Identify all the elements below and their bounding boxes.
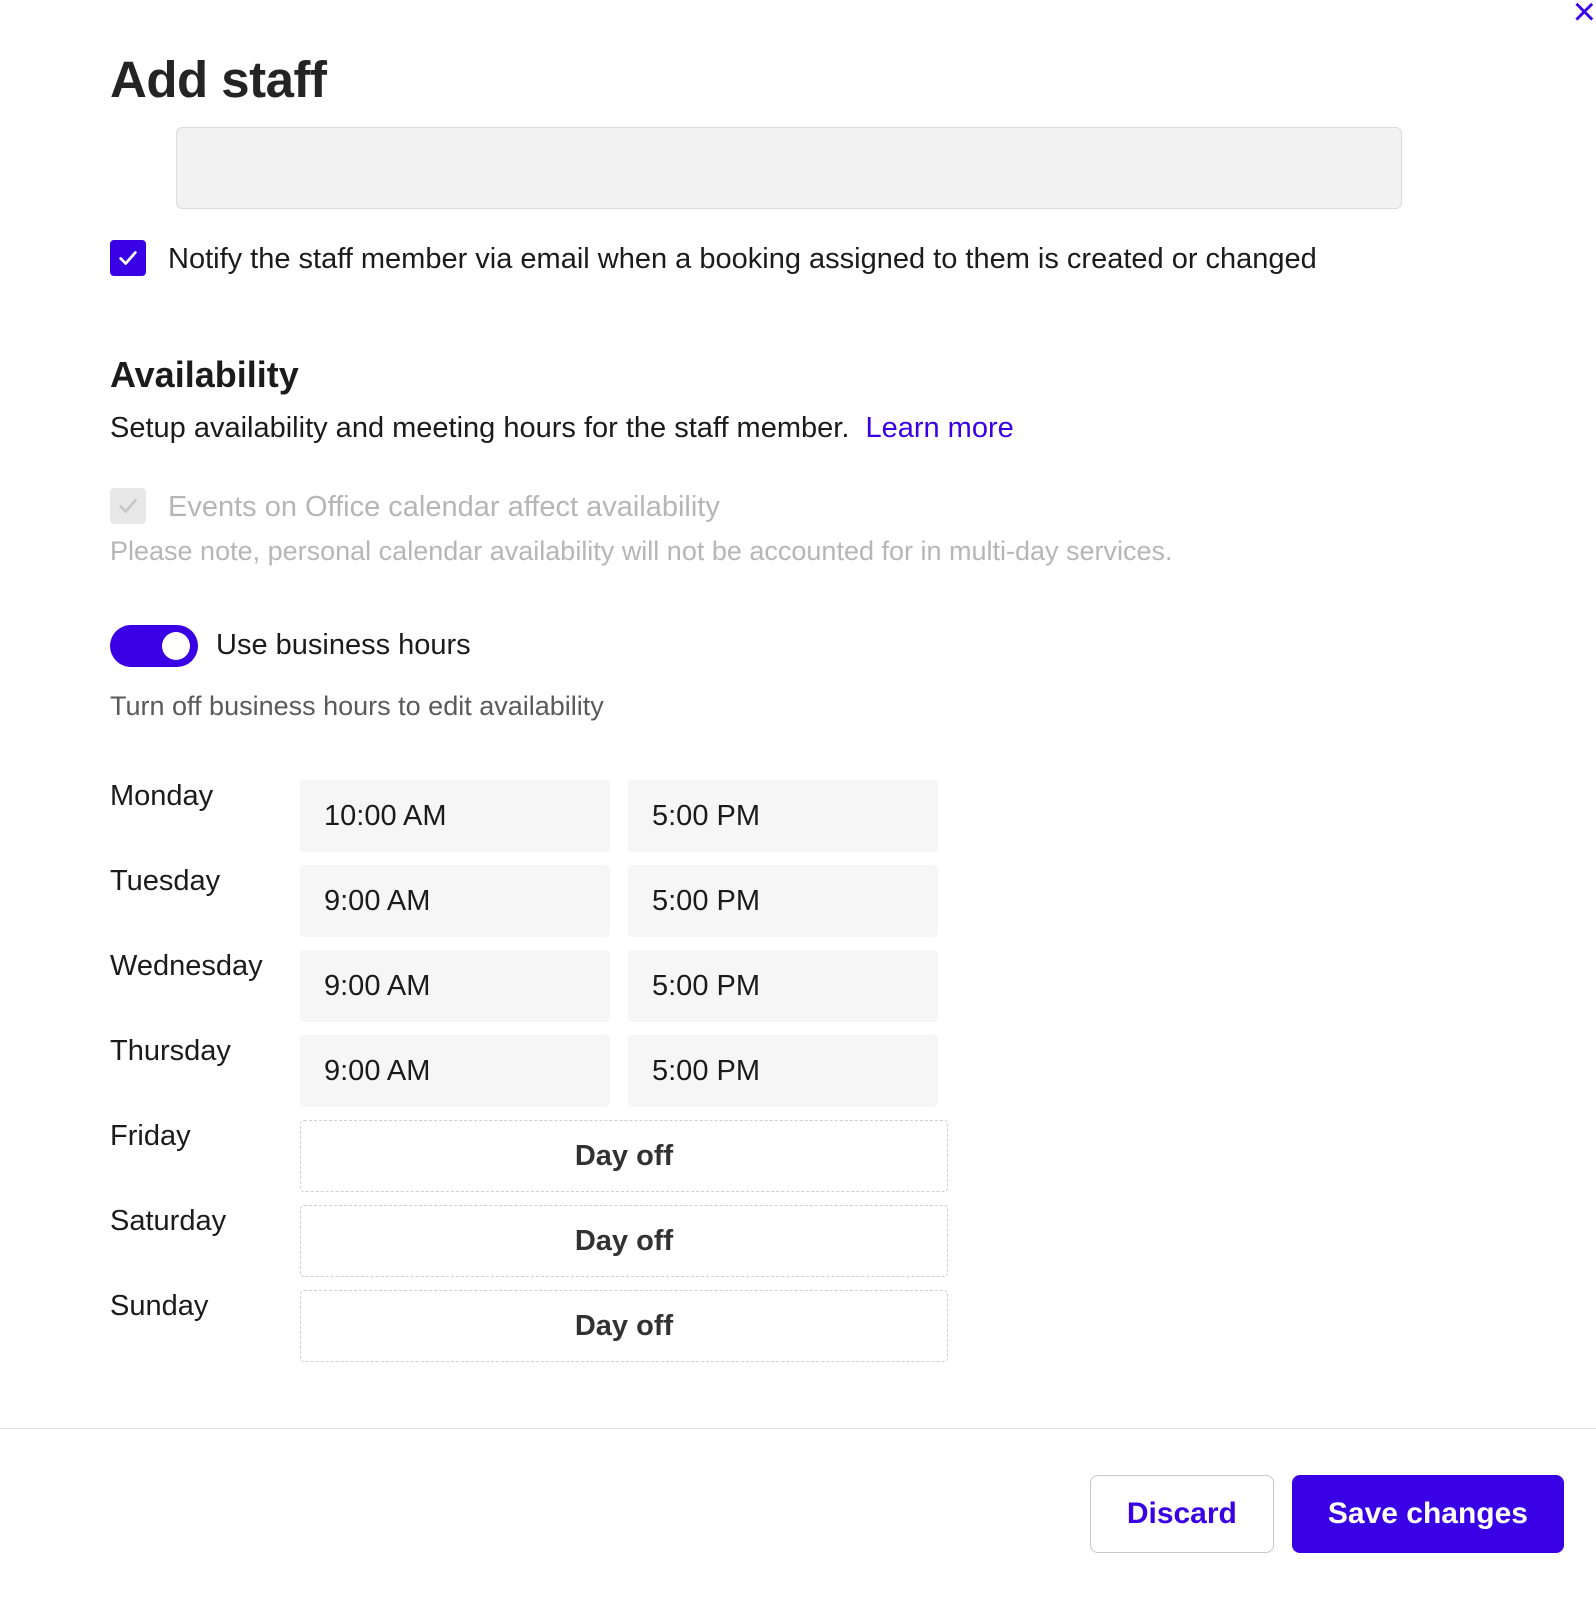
save-button[interactable]: Save changes [1292, 1475, 1564, 1553]
end-time-field[interactable]: 5:00 PM [628, 865, 938, 937]
toggle-knob [162, 632, 190, 660]
notify-checkbox-label: Notify the staff member via email when a… [168, 237, 1317, 282]
start-time-field[interactable]: 9:00 AM [300, 865, 610, 937]
office-calendar-note: Please note, personal calendar availabil… [110, 536, 1486, 567]
day-label: Tuesday [110, 859, 300, 898]
footer-bar: Discard Save changes [0, 1428, 1596, 1599]
availability-description-text: Setup availability and meeting hours for… [110, 412, 849, 444]
business-hours-help: Turn off business hours to edit availabi… [110, 691, 1486, 722]
close-icon[interactable]: × [1556, 0, 1596, 40]
start-time-field[interactable]: 10:00 AM [300, 780, 610, 852]
start-time-field[interactable]: 9:00 AM [300, 1035, 610, 1107]
day-row: SundayDay off [110, 1284, 1486, 1369]
notify-checkbox[interactable] [110, 240, 146, 276]
office-calendar-row: Events on Office calendar affect availab… [110, 485, 1486, 530]
business-hours-toggle-label: Use business hours [216, 629, 471, 662]
business-hours-toggle[interactable] [110, 625, 198, 667]
day-off-field[interactable]: Day off [300, 1205, 948, 1277]
discard-button[interactable]: Discard [1090, 1475, 1274, 1553]
availability-description: Setup availability and meeting hours for… [110, 412, 1486, 445]
office-calendar-checkbox [110, 488, 146, 524]
end-time-field[interactable]: 5:00 PM [628, 950, 938, 1022]
learn-more-link[interactable]: Learn more [865, 412, 1013, 444]
role-description-box [176, 127, 1402, 209]
business-hours-toggle-row: Use business hours [110, 625, 1486, 667]
page-title: Add staff [110, 50, 1486, 109]
day-row: FridayDay off [110, 1114, 1486, 1199]
day-label: Thursday [110, 1029, 300, 1068]
day-label: Wednesday [110, 944, 300, 983]
day-row: Thursday9:00 AM5:00 PM [110, 1029, 1486, 1114]
day-row: Wednesday9:00 AM5:00 PM [110, 944, 1486, 1029]
office-calendar-label: Events on Office calendar affect availab… [168, 485, 720, 530]
start-time-field[interactable]: 9:00 AM [300, 950, 610, 1022]
day-row: SaturdayDay off [110, 1199, 1486, 1284]
day-row: Monday10:00 AM5:00 PM [110, 774, 1486, 859]
day-off-field[interactable]: Day off [300, 1120, 948, 1192]
end-time-field[interactable]: 5:00 PM [628, 1035, 938, 1107]
schedule-table: Monday10:00 AM5:00 PMTuesday9:00 AM5:00 … [110, 774, 1486, 1369]
day-off-field[interactable]: Day off [300, 1290, 948, 1362]
day-label: Saturday [110, 1199, 300, 1238]
end-time-field[interactable]: 5:00 PM [628, 780, 938, 852]
day-row: Tuesday9:00 AM5:00 PM [110, 859, 1486, 944]
availability-heading: Availability [110, 354, 1486, 396]
main-content: Add staff Notify the staff member via em… [0, 0, 1596, 1369]
notify-checkbox-row: Notify the staff member via email when a… [110, 237, 1486, 282]
day-label: Monday [110, 774, 300, 813]
day-label: Sunday [110, 1284, 300, 1323]
day-label: Friday [110, 1114, 300, 1153]
